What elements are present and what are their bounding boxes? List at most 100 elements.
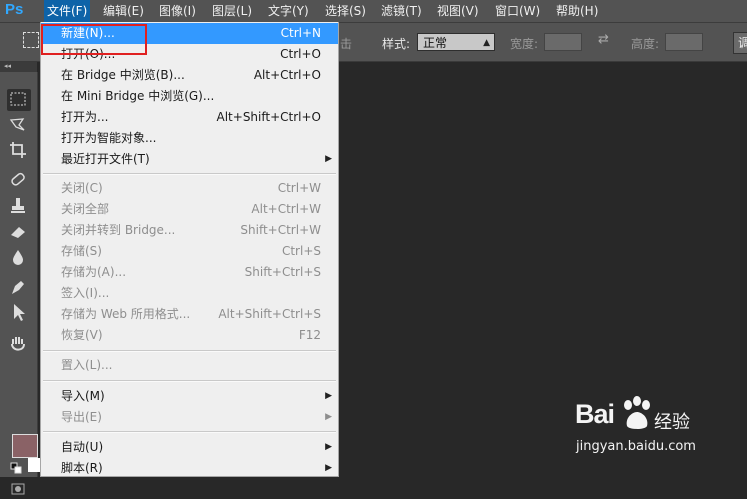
photoshop-logo: Ps — [5, 1, 24, 18]
marquee-preset-icon[interactable] — [23, 32, 39, 48]
menu-item-save-as: 存储为(A)... Shift+Ctrl+S — [41, 262, 338, 283]
menu-item-export: 导出(E) ▶ — [41, 407, 338, 428]
watermark-jingyan: 经验 — [654, 412, 690, 433]
menu-item-label: 脚本(R) — [61, 461, 103, 475]
menu-bar: Ps 文件(F) 编辑(E) 图像(I) 图层(L) 文字(Y) 选择(S) 滤… — [0, 0, 747, 23]
style-label: 样式: — [382, 37, 411, 51]
baidu-jingyan-watermark: Bai 经验 jingyan.baidu.com — [570, 394, 740, 464]
menu-item-label: 签入(I)... — [61, 286, 110, 300]
foreground-color-swatch[interactable] — [12, 434, 38, 458]
menu-view[interactable]: 视图(V) — [437, 0, 479, 22]
menu-item-label: 恢复(V) — [61, 328, 103, 342]
blur-tool-icon[interactable] — [7, 247, 31, 269]
menu-item-label: 在 Mini Bridge 中浏览(G)... — [61, 89, 215, 103]
tools-panel — [0, 72, 40, 495]
menu-file[interactable]: 文件(F) — [44, 0, 91, 22]
menu-item-label: 导入(M) — [61, 389, 105, 403]
menu-item-open[interactable]: 打开(O)... Ctrl+O — [41, 44, 338, 65]
submenu-arrow-icon: ▶ — [325, 154, 332, 164]
menu-item-label: 打开为... — [61, 110, 109, 124]
submenu-arrow-icon: ▶ — [325, 442, 332, 452]
menu-item-shortcut: F12 — [298, 328, 321, 342]
collapse-arrows-icon[interactable]: ◂◂ — [4, 62, 11, 70]
file-dropdown-menu: 新建(N)... Ctrl+N 打开(O)... Ctrl+O 在 Bridge… — [40, 22, 339, 477]
menu-select[interactable]: 选择(S) — [325, 0, 366, 22]
menu-item-shortcut: Alt+Shift+Ctrl+S — [218, 307, 321, 321]
menu-item-check-in: 签入(I)... — [41, 283, 338, 304]
menu-item-save-for-web: 存储为 Web 所用格式... Alt+Shift+Ctrl+S — [41, 304, 338, 325]
menu-item-shortcut: Alt+Shift+Ctrl+O — [216, 110, 321, 124]
menu-item-save: 存储(S) Ctrl+S — [41, 241, 338, 262]
menu-type[interactable]: 文字(Y) — [268, 0, 309, 22]
menu-item-label: 导出(E) — [61, 410, 102, 424]
menu-item-label: 关闭全部 — [61, 202, 110, 216]
submenu-arrow-icon: ▶ — [325, 412, 332, 422]
menu-item-open-smart-object[interactable]: 打开为智能对象... — [41, 128, 338, 149]
hand-tool-icon[interactable] — [7, 334, 31, 356]
menu-item-automate[interactable]: 自动(U) ▶ — [41, 437, 338, 458]
toolbar-collapse-bar[interactable]: ◂◂ — [0, 62, 37, 72]
default-colors-icon[interactable] — [10, 462, 24, 474]
menu-item-label: 存储为(A)... — [61, 265, 127, 279]
background-color-swatch[interactable] — [28, 458, 40, 472]
menu-item-shortcut: Shift+Ctrl+S — [244, 265, 321, 279]
refine-edge-button[interactable]: 调 — [733, 32, 747, 54]
menu-edit[interactable]: 编辑(E) — [103, 0, 144, 22]
menu-item-shortcut: Ctrl+W — [277, 181, 321, 195]
menu-item-label: 在 Bridge 中浏览(B)... — [61, 68, 185, 82]
menu-item-label: 打开(O)... — [61, 47, 116, 61]
style-select[interactable]: 正常 ▲ — [417, 33, 495, 51]
healing-brush-tool-icon[interactable] — [7, 170, 31, 192]
crop-tool-icon[interactable] — [7, 140, 31, 162]
eraser-tool-icon[interactable] — [7, 222, 31, 244]
menu-item-revert: 恢复(V) F12 — [41, 325, 338, 346]
height-input[interactable] — [665, 33, 703, 51]
options-partial-label: 击 — [340, 37, 353, 51]
menu-item-shortcut: Alt+Ctrl+O — [253, 68, 321, 82]
menu-item-scripts[interactable]: 脚本(R) ▶ — [41, 458, 338, 479]
menu-item-label: 存储为 Web 所用格式... — [61, 307, 191, 321]
menu-image[interactable]: 图像(I) — [159, 0, 196, 22]
menu-item-open-as[interactable]: 打开为... Alt+Shift+Ctrl+O — [41, 107, 338, 128]
menu-item-new[interactable]: 新建(N)... Ctrl+N — [41, 23, 338, 44]
menu-item-label: 新建(N)... — [61, 26, 115, 40]
menu-separator — [43, 380, 336, 382]
menu-filter[interactable]: 滤镜(T) — [381, 0, 422, 22]
height-label: 高度: — [631, 37, 660, 51]
menu-item-shortcut: Ctrl+N — [280, 26, 321, 40]
pen-tool-icon[interactable] — [7, 277, 31, 299]
menu-item-label: 最近打开文件(T) — [61, 152, 150, 166]
width-input[interactable] — [544, 33, 582, 51]
menu-item-label: 存储(S) — [61, 244, 102, 258]
menu-window[interactable]: 窗口(W) — [495, 0, 540, 22]
paw-icon — [624, 396, 650, 429]
menu-item-label: 置入(L)... — [61, 358, 113, 372]
menu-item-browse-mini-bridge[interactable]: 在 Mini Bridge 中浏览(G)... — [41, 86, 338, 107]
submenu-arrow-icon: ▶ — [325, 463, 332, 473]
menu-layer[interactable]: 图层(L) — [212, 0, 252, 22]
quick-mask-icon[interactable] — [11, 482, 25, 496]
menu-item-label: 自动(U) — [61, 440, 104, 454]
swap-arrows-icon[interactable]: ⇄ — [598, 32, 614, 52]
watermark-url: jingyan.baidu.com — [576, 439, 696, 454]
menu-item-shortcut: Shift+Ctrl+W — [240, 223, 321, 237]
menu-item-label: 打开为智能对象... — [61, 131, 157, 145]
width-label: 宽度: — [510, 37, 539, 51]
watermark-brand: Bai — [575, 399, 615, 429]
menu-help[interactable]: 帮助(H) — [556, 0, 598, 22]
menu-item-shortcut: Ctrl+S — [281, 244, 321, 258]
menu-item-shortcut: Alt+Ctrl+W — [251, 202, 321, 216]
menu-item-label: 关闭(C) — [61, 181, 103, 195]
menu-item-import[interactable]: 导入(M) ▶ — [41, 386, 338, 407]
menu-separator — [43, 173, 336, 175]
menu-item-place: 置入(L)... — [41, 355, 338, 376]
path-selection-tool-icon[interactable] — [7, 302, 31, 324]
stamp-tool-icon[interactable] — [7, 196, 31, 218]
submenu-arrow-icon: ▶ — [325, 391, 332, 401]
style-select-value: 正常 — [423, 36, 448, 50]
menu-item-label: 关闭并转到 Bridge... — [61, 223, 176, 237]
menu-item-browse-bridge[interactable]: 在 Bridge 中浏览(B)... Alt+Ctrl+O — [41, 65, 338, 86]
rect-marquee-tool-icon[interactable] — [7, 89, 31, 111]
lasso-tool-icon[interactable] — [7, 115, 31, 137]
menu-item-recent-files[interactable]: 最近打开文件(T) ▶ — [41, 149, 338, 170]
